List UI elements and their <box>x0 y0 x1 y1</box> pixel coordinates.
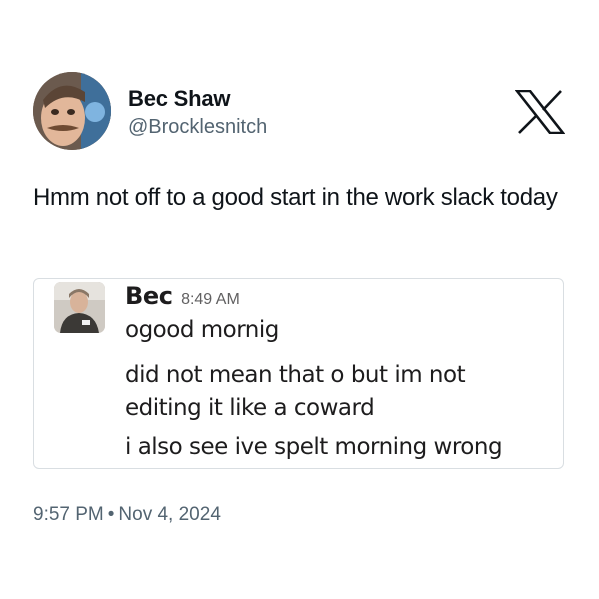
profile-photo-icon <box>33 72 111 150</box>
slack-message-3: i also see ive spelt morning wrong <box>125 434 503 460</box>
tweet-date: Nov 4, 2024 <box>118 504 221 525</box>
slack-sender-name[interactable]: Bec <box>125 282 173 310</box>
tweet-time: 9:57 PM <box>33 504 104 525</box>
tweet-timestamp[interactable]: 9:57 PM • Nov 4, 2024 <box>33 503 221 527</box>
slack-message-time: 8:49 AM <box>181 291 240 308</box>
slack-avatar <box>54 282 105 333</box>
slack-message-header: Bec 8:49 AM <box>125 282 240 310</box>
author-handle[interactable]: @Brocklesnitch <box>128 115 267 139</box>
x-logo-icon[interactable] <box>515 90 565 134</box>
slack-message-embed: Bec 8:49 AM ogood mornig did not mean th… <box>33 278 564 469</box>
slack-profile-photo-icon <box>54 282 105 333</box>
author-avatar[interactable] <box>33 72 111 150</box>
slack-message-2-text: did not mean that o but im not editing i… <box>125 362 466 421</box>
slack-message-2: did not mean that o but im not editing i… <box>125 359 466 425</box>
author-display-name[interactable]: Bec Shaw <box>128 86 231 112</box>
slack-message-1: ogood mornig <box>125 317 279 343</box>
tweet-text: Hmm not off to a good start in the work … <box>33 184 558 211</box>
separator-dot: • <box>107 504 115 525</box>
